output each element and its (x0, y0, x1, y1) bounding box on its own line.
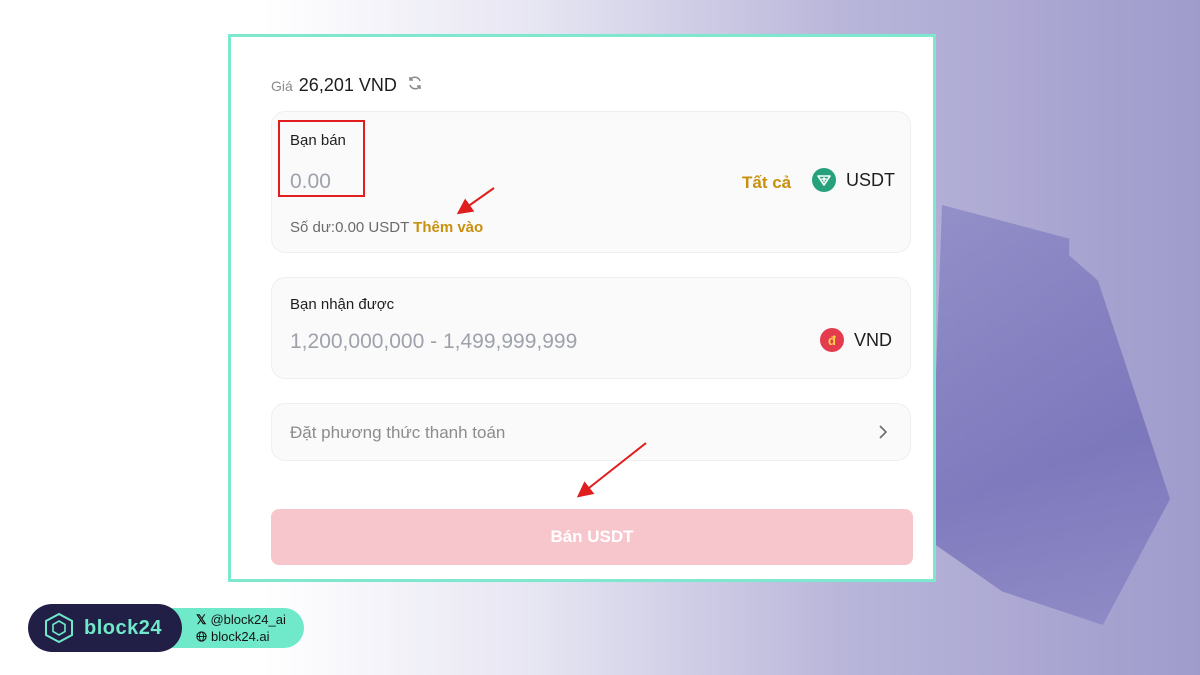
receive-amount-box: Bạn nhận được 1,200,000,000 - 1,499,999,… (271, 277, 911, 379)
receive-currency-code: VND (854, 329, 893, 350)
brand-logo-pill: block24 (28, 604, 182, 652)
twitter-link[interactable]: 𝕏 @block24_ai (196, 611, 286, 628)
balance-text: Số dư:0.00 USDT (290, 219, 409, 236)
sell-form-card: Giá 26,201 VND Bạn bán 0.00 Tất cả USDT … (228, 34, 936, 582)
price-row: Giá 26,201 VND (271, 75, 423, 96)
chevron-right-icon (879, 425, 888, 439)
dong-icon: đ (820, 328, 844, 352)
website-url: block24.ai (211, 629, 270, 644)
balance-row: Số dư:0.00 USDT Thêm vào (290, 219, 483, 236)
brand-badge: block24 𝕏 @block24_ai block24.ai (28, 604, 304, 652)
background-shape (930, 205, 1170, 625)
receive-range: 1,200,000,000 - 1,499,999,999 (290, 330, 578, 353)
payment-method-selector[interactable]: Đặt phương thức thanh toán (271, 403, 911, 461)
add-funds-link[interactable]: Thêm vào (413, 219, 483, 236)
price-value: 26,201 VND (298, 75, 397, 95)
payment-method-label: Đặt phương thức thanh toán (290, 423, 506, 442)
twitter-handle: @block24_ai (210, 612, 286, 627)
sell-all-link[interactable]: Tất cả (742, 173, 791, 193)
receive-currency[interactable]: đ VND (820, 328, 892, 352)
brand-name: block24 (84, 616, 162, 639)
website-link[interactable]: block24.ai (196, 628, 286, 645)
sell-amount-box: Bạn bán 0.00 Tất cả USDT Số dư:0.00 USDT… (271, 111, 911, 253)
tether-icon (812, 168, 836, 192)
sell-amount-input[interactable]: 0.00 (290, 170, 331, 194)
sell-currency-selector[interactable]: USDT (812, 168, 895, 192)
sell-usdt-button[interactable]: Bán USDT (271, 509, 913, 565)
globe-icon (196, 631, 207, 642)
sell-label: Bạn bán (290, 132, 346, 149)
refresh-icon[interactable] (407, 75, 423, 91)
receive-label: Bạn nhận được (290, 296, 395, 313)
sell-currency-code: USDT (846, 169, 895, 190)
price-label: Giá (271, 78, 293, 94)
cube-logo-icon (45, 612, 73, 644)
x-icon: 𝕏 (196, 612, 207, 627)
